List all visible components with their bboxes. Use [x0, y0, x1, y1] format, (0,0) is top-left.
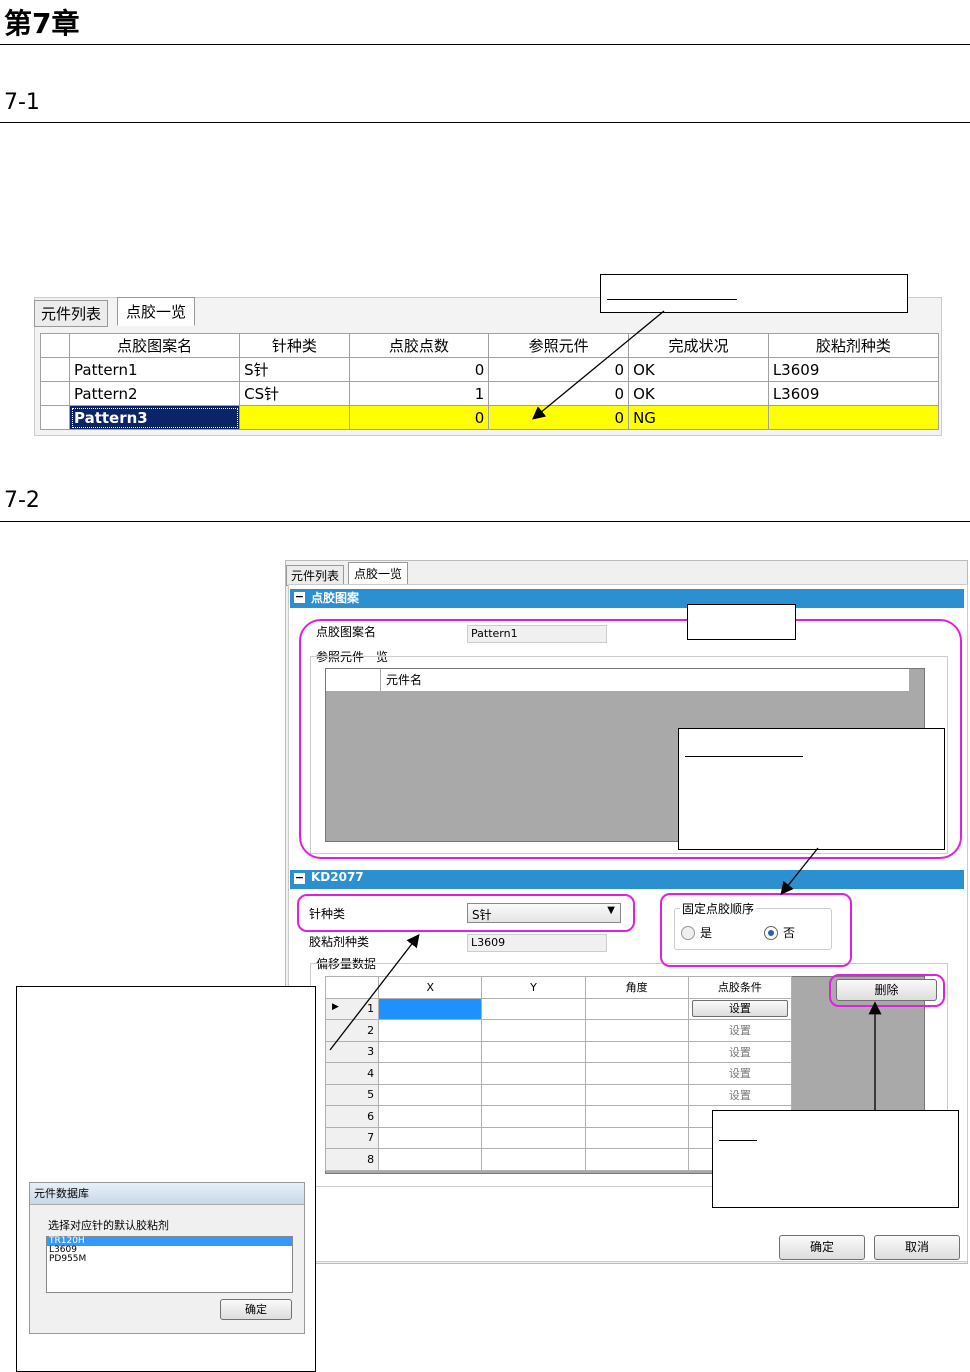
arrow-needle-type: [329, 933, 420, 1051]
callout-arrows: [329, 310, 882, 1110]
arrow-ref-component: [531, 310, 665, 420]
arrow-fixed-order: [780, 847, 819, 896]
